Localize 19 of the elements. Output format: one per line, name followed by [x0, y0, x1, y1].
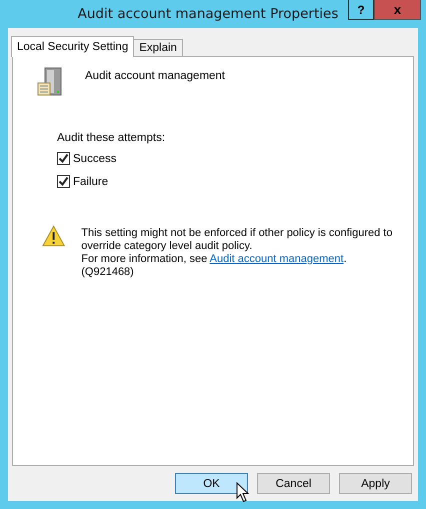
policy-name: Audit account management [85, 70, 226, 82]
tab[interactable]: Explain [133, 39, 183, 56]
checkbox-label[interactable]: Failure [73, 176, 108, 188]
help-button[interactable]: ? [348, 0, 374, 20]
policy-link[interactable]: Audit account management [210, 253, 344, 265]
dialog-button[interactable]: Cancel [257, 473, 330, 494]
mouse-pointer-icon [236, 482, 250, 503]
checkbox-label[interactable]: Success [73, 152, 116, 164]
close-button[interactable]: x [374, 0, 421, 20]
dialog-button[interactable]: OK [175, 473, 248, 494]
server-icon [37, 67, 63, 97]
warning-message: This setting might not be enforced if other policy is configured to override category level audit policy. For more information, see Audit account management. (Q921468) [81, 227, 394, 279]
attempts-label: Audit these attempts: [57, 132, 166, 144]
window-title: Audit account management Properties [76, 5, 340, 22]
dialog-button[interactable]: Apply [339, 473, 412, 494]
tab[interactable]: Local Security Setting [11, 36, 134, 57]
warning-icon [42, 225, 66, 247]
checkbox[interactable] [57, 175, 70, 188]
checkbox[interactable] [57, 152, 70, 165]
